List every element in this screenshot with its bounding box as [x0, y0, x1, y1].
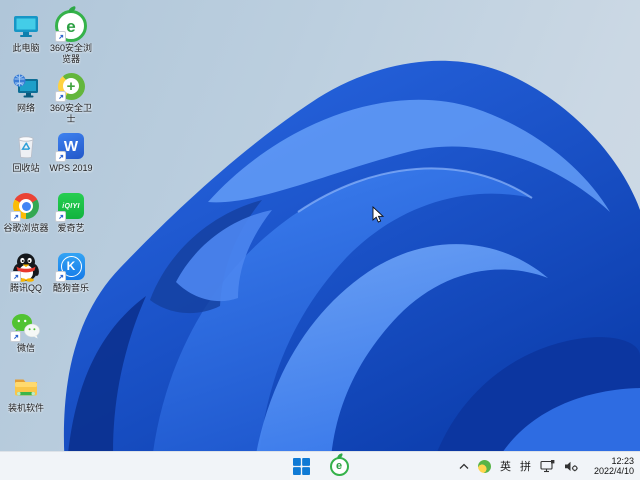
- shortcut-arrow-icon: [55, 211, 66, 222]
- windows-logo-icon: [292, 457, 310, 475]
- desktop-icon-label: 此电脑: [12, 43, 40, 53]
- tray-display-icon[interactable]: [540, 459, 555, 473]
- desktop[interactable]: 此电脑 e 360安全浏览器 网络 + 360安全卫士 回收站 W WPS 20…: [0, 0, 640, 480]
- network-icon: [10, 70, 42, 102]
- desktop-icon-label: WPS 2019: [49, 163, 93, 173]
- tray-volume-settings-icon[interactable]: [564, 460, 579, 473]
- start-button[interactable]: [290, 455, 312, 477]
- clock-date: 2022/4/10: [593, 466, 634, 476]
- shortcut-arrow-icon: [55, 31, 66, 42]
- clock-time: 12:23: [611, 456, 634, 466]
- 360-browser-icon: e: [55, 5, 87, 42]
- desktop-icon-iqiyi[interactable]: iQIYI 爱奇艺: [46, 190, 96, 248]
- folder-icon: [10, 370, 42, 402]
- ime-english-indicator[interactable]: 英: [500, 458, 511, 474]
- desktop-icon-360-browser[interactable]: e 360安全浏览器: [46, 5, 96, 68]
- desktop-icon-kugou[interactable]: K 酷狗音乐: [46, 250, 96, 308]
- desktop-icon-wechat[interactable]: 微信: [1, 310, 51, 368]
- wechat-icon: [10, 310, 42, 342]
- shortcut-arrow-icon: [10, 211, 21, 222]
- desktop-icon-label: 爱奇艺: [57, 223, 85, 233]
- recycle-bin-icon: [10, 130, 42, 162]
- tray-chevron-up-icon[interactable]: [459, 463, 469, 470]
- desktop-icon-tencent-qq[interactable]: 腾讯QQ: [1, 250, 51, 308]
- taskbar-360-browser-button[interactable]: e: [328, 452, 350, 477]
- tray-360-icon[interactable]: [478, 459, 491, 473]
- desktop-icon-label: 360安全卫士: [49, 103, 93, 124]
- desktop-icon-label: 装机软件: [7, 403, 44, 413]
- desktop-icon-network[interactable]: 网络: [1, 70, 51, 128]
- mouse-cursor: [372, 206, 385, 223]
- desktop-icon-label: 谷歌浏览器: [3, 223, 49, 233]
- shortcut-arrow-icon: [10, 271, 21, 282]
- shortcut-arrow-icon: [55, 271, 66, 282]
- qq-penguin-icon: [10, 250, 42, 282]
- desktop-icon-recycle-bin[interactable]: 回收站: [1, 130, 51, 188]
- ime-pinyin-indicator[interactable]: 拼: [520, 458, 531, 474]
- chrome-icon: [10, 190, 42, 222]
- desktop-icon-label: 网络: [16, 103, 35, 113]
- taskbar: e 英 拼 12:23 2022/4/10: [0, 451, 640, 480]
- wps-icon: W: [55, 130, 87, 162]
- desktop-icon-wps-2019[interactable]: W WPS 2019: [46, 130, 96, 188]
- desktop-icon-chrome[interactable]: 谷歌浏览器: [1, 190, 51, 248]
- shortcut-arrow-icon: [55, 151, 66, 162]
- wallpaper-bloom: [63, 60, 640, 480]
- desktop-icon-this-pc[interactable]: 此电脑: [1, 10, 51, 68]
- 360-browser-icon: e: [329, 452, 349, 476]
- desktop-icon-software-folder[interactable]: 装机软件: [1, 370, 51, 428]
- system-tray: 英 拼 12:23 2022/4/10: [459, 452, 636, 480]
- desktop-icon-label: 回收站: [12, 163, 40, 173]
- desktop-icon-label: 360安全浏览器: [49, 43, 93, 64]
- this-pc-icon: [10, 10, 42, 42]
- taskbar-clock[interactable]: 12:23 2022/4/10: [588, 456, 634, 476]
- desktop-icon-360-guard[interactable]: + 360安全卫士: [46, 70, 96, 128]
- desktop-icon-label: 酷狗音乐: [52, 283, 89, 293]
- iqiyi-icon: iQIYI: [55, 190, 87, 222]
- shortcut-arrow-icon: [55, 91, 66, 102]
- shortcut-arrow-icon: [10, 331, 21, 342]
- kugou-icon: K: [55, 250, 87, 282]
- desktop-icon-label: 微信: [16, 343, 35, 353]
- 360-guard-icon: +: [55, 70, 87, 102]
- desktop-icon-label: 腾讯QQ: [9, 283, 42, 293]
